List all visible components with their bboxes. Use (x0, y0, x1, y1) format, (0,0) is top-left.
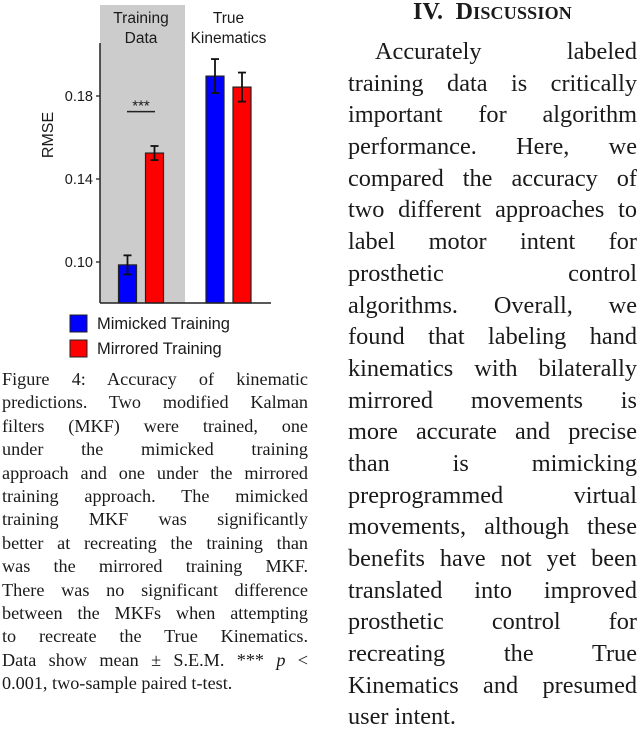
paragraph-line: mirrored movements is (348, 386, 637, 414)
figure-caption: Figure 4: Accuracy of kinematic predictio… (2, 368, 308, 695)
caption-line: between the MKFs when attempting (2, 602, 308, 623)
discussion-paragraph: Accurately labeled training data is criti… (348, 36, 637, 733)
y-tick-label: 0.10 (65, 255, 93, 271)
paragraph-line: prosthetic control (348, 259, 637, 287)
y-axis-label: RMSE (40, 112, 57, 158)
caption-line: Data show mean ± S.E.M. *** p < (2, 649, 308, 670)
paragraph-line: recreating the True (348, 640, 637, 668)
legend-label: Mirrored Training (97, 340, 222, 358)
caption-line: training MKF was significantly (2, 509, 308, 530)
caption-line: There was no significant difference (2, 579, 308, 600)
paragraph-line: more accurate and precise (348, 418, 637, 446)
group-label: Kinematics (191, 30, 267, 47)
paragraph-line: compared the accuracy of (348, 164, 637, 192)
paragraph-line: than is mimicking (348, 449, 637, 477)
legend-swatch (69, 314, 88, 333)
paragraph-line: kinematics with bilaterally (348, 354, 637, 382)
section-number: IV. (413, 0, 444, 25)
paragraph-line: two different approaches to (348, 196, 637, 224)
discussion-section: IV. DISCUSSION Accurately labeled trainin… (348, 0, 637, 733)
caption-line: predictions. Two modified Kalman (2, 392, 308, 413)
caption-line: approach and one under the mirrored (2, 462, 308, 483)
rmse-bar-chart: Training Data True Kinematics 0.10 0.14 0.18 R… (40, 5, 271, 358)
mimicked-bar (205, 75, 225, 304)
caption-line: 0.001, two-sample paired t-test. (2, 673, 233, 694)
caption-line: better at recreating the training than (2, 532, 308, 553)
caption-line: Figure 4: Accuracy of kinematic (2, 369, 308, 389)
legend-swatch (69, 339, 88, 358)
paragraph-line: label motor intent for (348, 228, 637, 256)
paragraph-line: found that labeling hand (348, 323, 637, 351)
caption-line: training approach. The mimicked (2, 485, 308, 506)
paragraph-line: benefits have not yet been (348, 545, 637, 572)
p-value-symbol: p (276, 649, 286, 670)
paragraph-line: Kinematics and presumed (348, 671, 637, 699)
group-label: True (213, 10, 244, 27)
paragraph-line: training data is critically (348, 69, 637, 97)
paragraph-line: algorithms. Overall, we (348, 291, 637, 319)
section-heading: IV. DISCUSSION (348, 0, 637, 26)
y-tick-label: 0.18 (65, 89, 93, 105)
caption-line: filters (MKF) were trained, one (2, 415, 308, 436)
paragraph-line: translated into improved (348, 576, 637, 604)
paragraph-line: prosthetic control for (348, 608, 637, 636)
paragraph-line: user intent. (348, 703, 456, 731)
training-data-shaded-region (100, 5, 185, 303)
paragraph-line: preprogrammed virtual (348, 481, 637, 509)
y-tick-label: 0.14 (65, 172, 93, 188)
significance-stars: *** (132, 98, 150, 115)
paragraph-line: important for algorithm (348, 101, 637, 129)
group-label: Training (113, 10, 168, 27)
caption-line: to recreate the True Kinematics. (2, 626, 308, 647)
caption-line: was the mirrored training MKF. (2, 556, 308, 577)
caption-line: under the mimicked training (2, 439, 308, 460)
mirrored-bar (144, 152, 165, 304)
paragraph-line: Accurately labeled (375, 38, 637, 65)
legend-label: Mimicked Training (97, 315, 230, 333)
mirrored-bar (232, 86, 252, 304)
section-title-rest: ISCUSSION (473, 3, 572, 23)
paragraph-line: movements, although these (348, 513, 637, 541)
section-title-initial: D (455, 0, 474, 25)
paragraph-line: performance. Here, we (348, 133, 637, 161)
group-label: Data (125, 30, 158, 47)
